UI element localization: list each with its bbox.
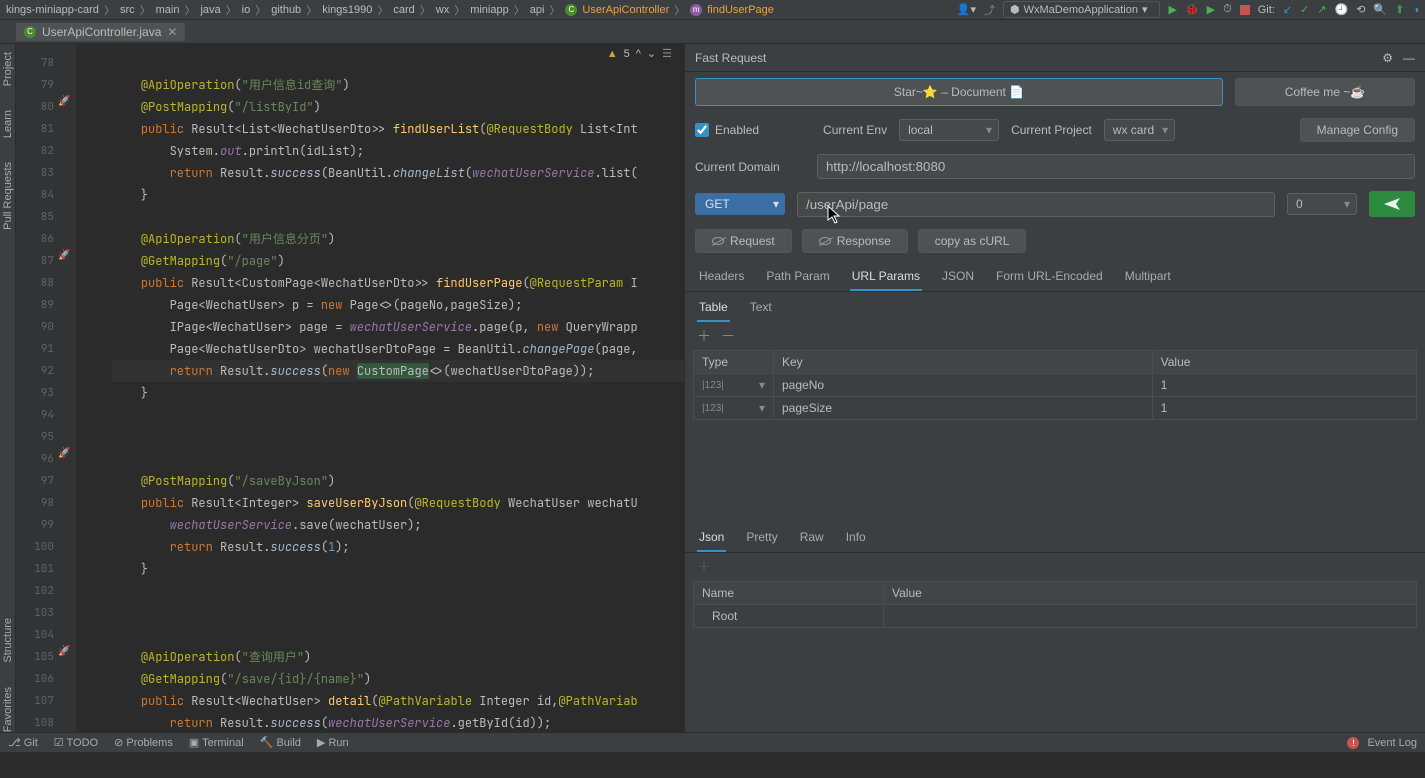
manage-config-button[interactable]: Manage Config <box>1300 118 1415 142</box>
bottom-item-terminal[interactable]: ▣ Terminal <box>189 736 244 749</box>
git-update-icon[interactable]: ↙ <box>1283 3 1292 16</box>
run-gutter-icon[interactable]: 🚀 <box>58 96 72 110</box>
run-icon[interactable]: ▶ <box>1168 3 1176 16</box>
settings-icon[interactable]: ⚙ <box>1382 51 1393 65</box>
run-config-select[interactable]: ⬢ WxMaDemoApplication ▾ <box>1003 1 1160 18</box>
history-icon[interactable]: 🕘 <box>1335 3 1349 16</box>
current-env-label: Current Env <box>823 123 887 137</box>
request-tab-multipart[interactable]: Multipart <box>1123 265 1173 291</box>
stop-icon[interactable] <box>1240 5 1250 15</box>
response-tab-json[interactable]: Json <box>697 526 726 552</box>
table-row[interactable]: |123|▾pageNo1 <box>694 374 1417 397</box>
coverage-icon[interactable]: ▶ <box>1207 3 1215 16</box>
code-editor[interactable]: 7879808182838485868788899091929394959697… <box>16 44 684 732</box>
error-indicator-icon[interactable]: ! <box>1347 737 1359 749</box>
response-tree[interactable]: Name Value Root <box>693 581 1417 628</box>
sidebar-item-project[interactable]: Project <box>2 52 14 86</box>
http-method-select[interactable]: GET <box>695 193 785 215</box>
current-env-select[interactable]: local <box>899 119 999 141</box>
fast-request-panel: Fast Request ⚙ — Star~⭐ – Document 📄 Cof… <box>684 44 1425 732</box>
current-project-select[interactable]: wx card <box>1104 119 1175 141</box>
bottom-item-run[interactable]: ▶ Run <box>317 736 349 749</box>
search-icon[interactable]: 🔍 <box>1373 3 1387 16</box>
request-view-button[interactable]: Request <box>695 229 792 253</box>
git-commit-icon[interactable]: ✓ <box>1300 3 1309 16</box>
event-log-button[interactable]: Event Log <box>1367 737 1417 749</box>
request-tab-json[interactable]: JSON <box>940 265 976 291</box>
bottom-tool-bar: ⎇ Git ☑ TODO ⊘ Problems ▣ Terminal 🔨 Bui… <box>0 732 1425 752</box>
git-label: Git: <box>1258 4 1275 16</box>
response-tab-raw[interactable]: Raw <box>798 526 826 552</box>
response-tab-pretty[interactable]: Pretty <box>744 526 779 552</box>
bottom-item-git[interactable]: ⎇ Git <box>8 736 38 749</box>
rollback-icon[interactable]: ⟲ <box>1356 3 1365 16</box>
sidebar-item-pullreq[interactable]: Pull Requests <box>2 162 14 230</box>
class-file-icon: C <box>24 26 36 38</box>
request-tab-headers[interactable]: Headers <box>697 265 746 291</box>
request-tab-form-url-encoded[interactable]: Form URL-Encoded <box>994 265 1105 291</box>
url-params-table[interactable]: Type Key Value |123|▾pageNo1|123|▾pageSi… <box>693 350 1417 420</box>
sidebar-item-favorites[interactable]: Favorites <box>2 687 14 732</box>
close-tab-icon[interactable]: ✕ <box>167 25 177 39</box>
remove-row-icon[interactable]: － <box>721 326 735 346</box>
bottom-item-build[interactable]: 🔨 Build <box>260 736 301 749</box>
request-subtab-table[interactable]: Table <box>697 296 730 322</box>
url-path-input[interactable] <box>797 192 1275 217</box>
enabled-checkbox[interactable]: Enabled <box>695 123 759 137</box>
minimize-icon[interactable]: — <box>1403 51 1415 65</box>
eye-off-icon <box>712 237 724 245</box>
debug-icon[interactable]: 🐞 <box>1185 3 1199 16</box>
copy-curl-button[interactable]: copy as cURL <box>918 229 1027 253</box>
send-request-button[interactable] <box>1369 191 1415 217</box>
star-button[interactable]: Star~⭐ – Document 📄 <box>695 78 1223 106</box>
coffee-button[interactable]: Coffee me ~☕ <box>1235 78 1415 106</box>
request-subtabs: Table Text <box>685 292 1425 322</box>
profile-icon[interactable]: ⏱ <box>1223 3 1232 16</box>
add-row-icon[interactable]: ＋ <box>697 326 711 346</box>
user-icon[interactable]: 👤▾ <box>957 3 976 16</box>
editor-tab[interactable]: C UserApiController.java ✕ <box>16 23 185 41</box>
request-tab-path-param[interactable]: Path Param <box>764 265 831 291</box>
breadcrumb[interactable]: kings-miniapp-card〉 src〉 main〉 java〉 io〉… <box>6 2 774 18</box>
response-tabs: Json Pretty Raw Info <box>685 520 1425 553</box>
request-tab-url-params[interactable]: URL Params <box>850 265 922 291</box>
table-row[interactable]: |123|▾pageSize1 <box>694 397 1417 420</box>
add-row-icon[interactable]: ＋ <box>697 557 711 577</box>
current-domain-label: Current Domain <box>695 160 805 174</box>
sidebar-item-learn[interactable]: Learn <box>2 110 14 138</box>
response-tab-info[interactable]: Info <box>844 526 868 552</box>
current-project-label: Current Project <box>1011 123 1092 137</box>
request-tabs: Headers Path Param URL Params JSON Form URL-… <box>685 259 1425 292</box>
navigation-bar: kings-miniapp-card〉 src〉 main〉 java〉 io〉… <box>0 0 1425 20</box>
build-icon[interactable]: ⤴ <box>984 2 995 18</box>
run-gutter-icon[interactable]: 🚀 <box>58 250 72 264</box>
panel-title: Fast Request <box>695 51 766 65</box>
bottom-item-todo[interactable]: ☑ TODO <box>54 736 98 749</box>
tree-root[interactable]: Root <box>694 605 884 628</box>
git-push-icon[interactable]: ↗ <box>1317 3 1326 16</box>
left-tool-strip: Project Learn Pull Requests Structure Fa… <box>0 44 16 732</box>
ide-update-icon[interactable]: ⬆ <box>1395 3 1404 16</box>
bottom-item-problems[interactable]: ⊘ Problems <box>114 736 173 749</box>
editor-tabs: C UserApiController.java ✕ <box>0 20 1425 44</box>
run-gutter-icon[interactable]: 🚀 <box>58 646 72 660</box>
response-view-button[interactable]: Response <box>802 229 908 253</box>
current-domain-input[interactable] <box>817 154 1415 179</box>
sidebar-item-structure[interactable]: Structure <box>2 618 14 663</box>
run-gutter-icon[interactable]: 🚀 <box>58 448 72 462</box>
eye-off-icon <box>819 237 831 245</box>
retry-select[interactable]: 0 <box>1287 193 1357 215</box>
request-subtab-text[interactable]: Text <box>748 296 774 322</box>
settings-shortcut-icon[interactable]: ◑ <box>1412 4 1419 16</box>
